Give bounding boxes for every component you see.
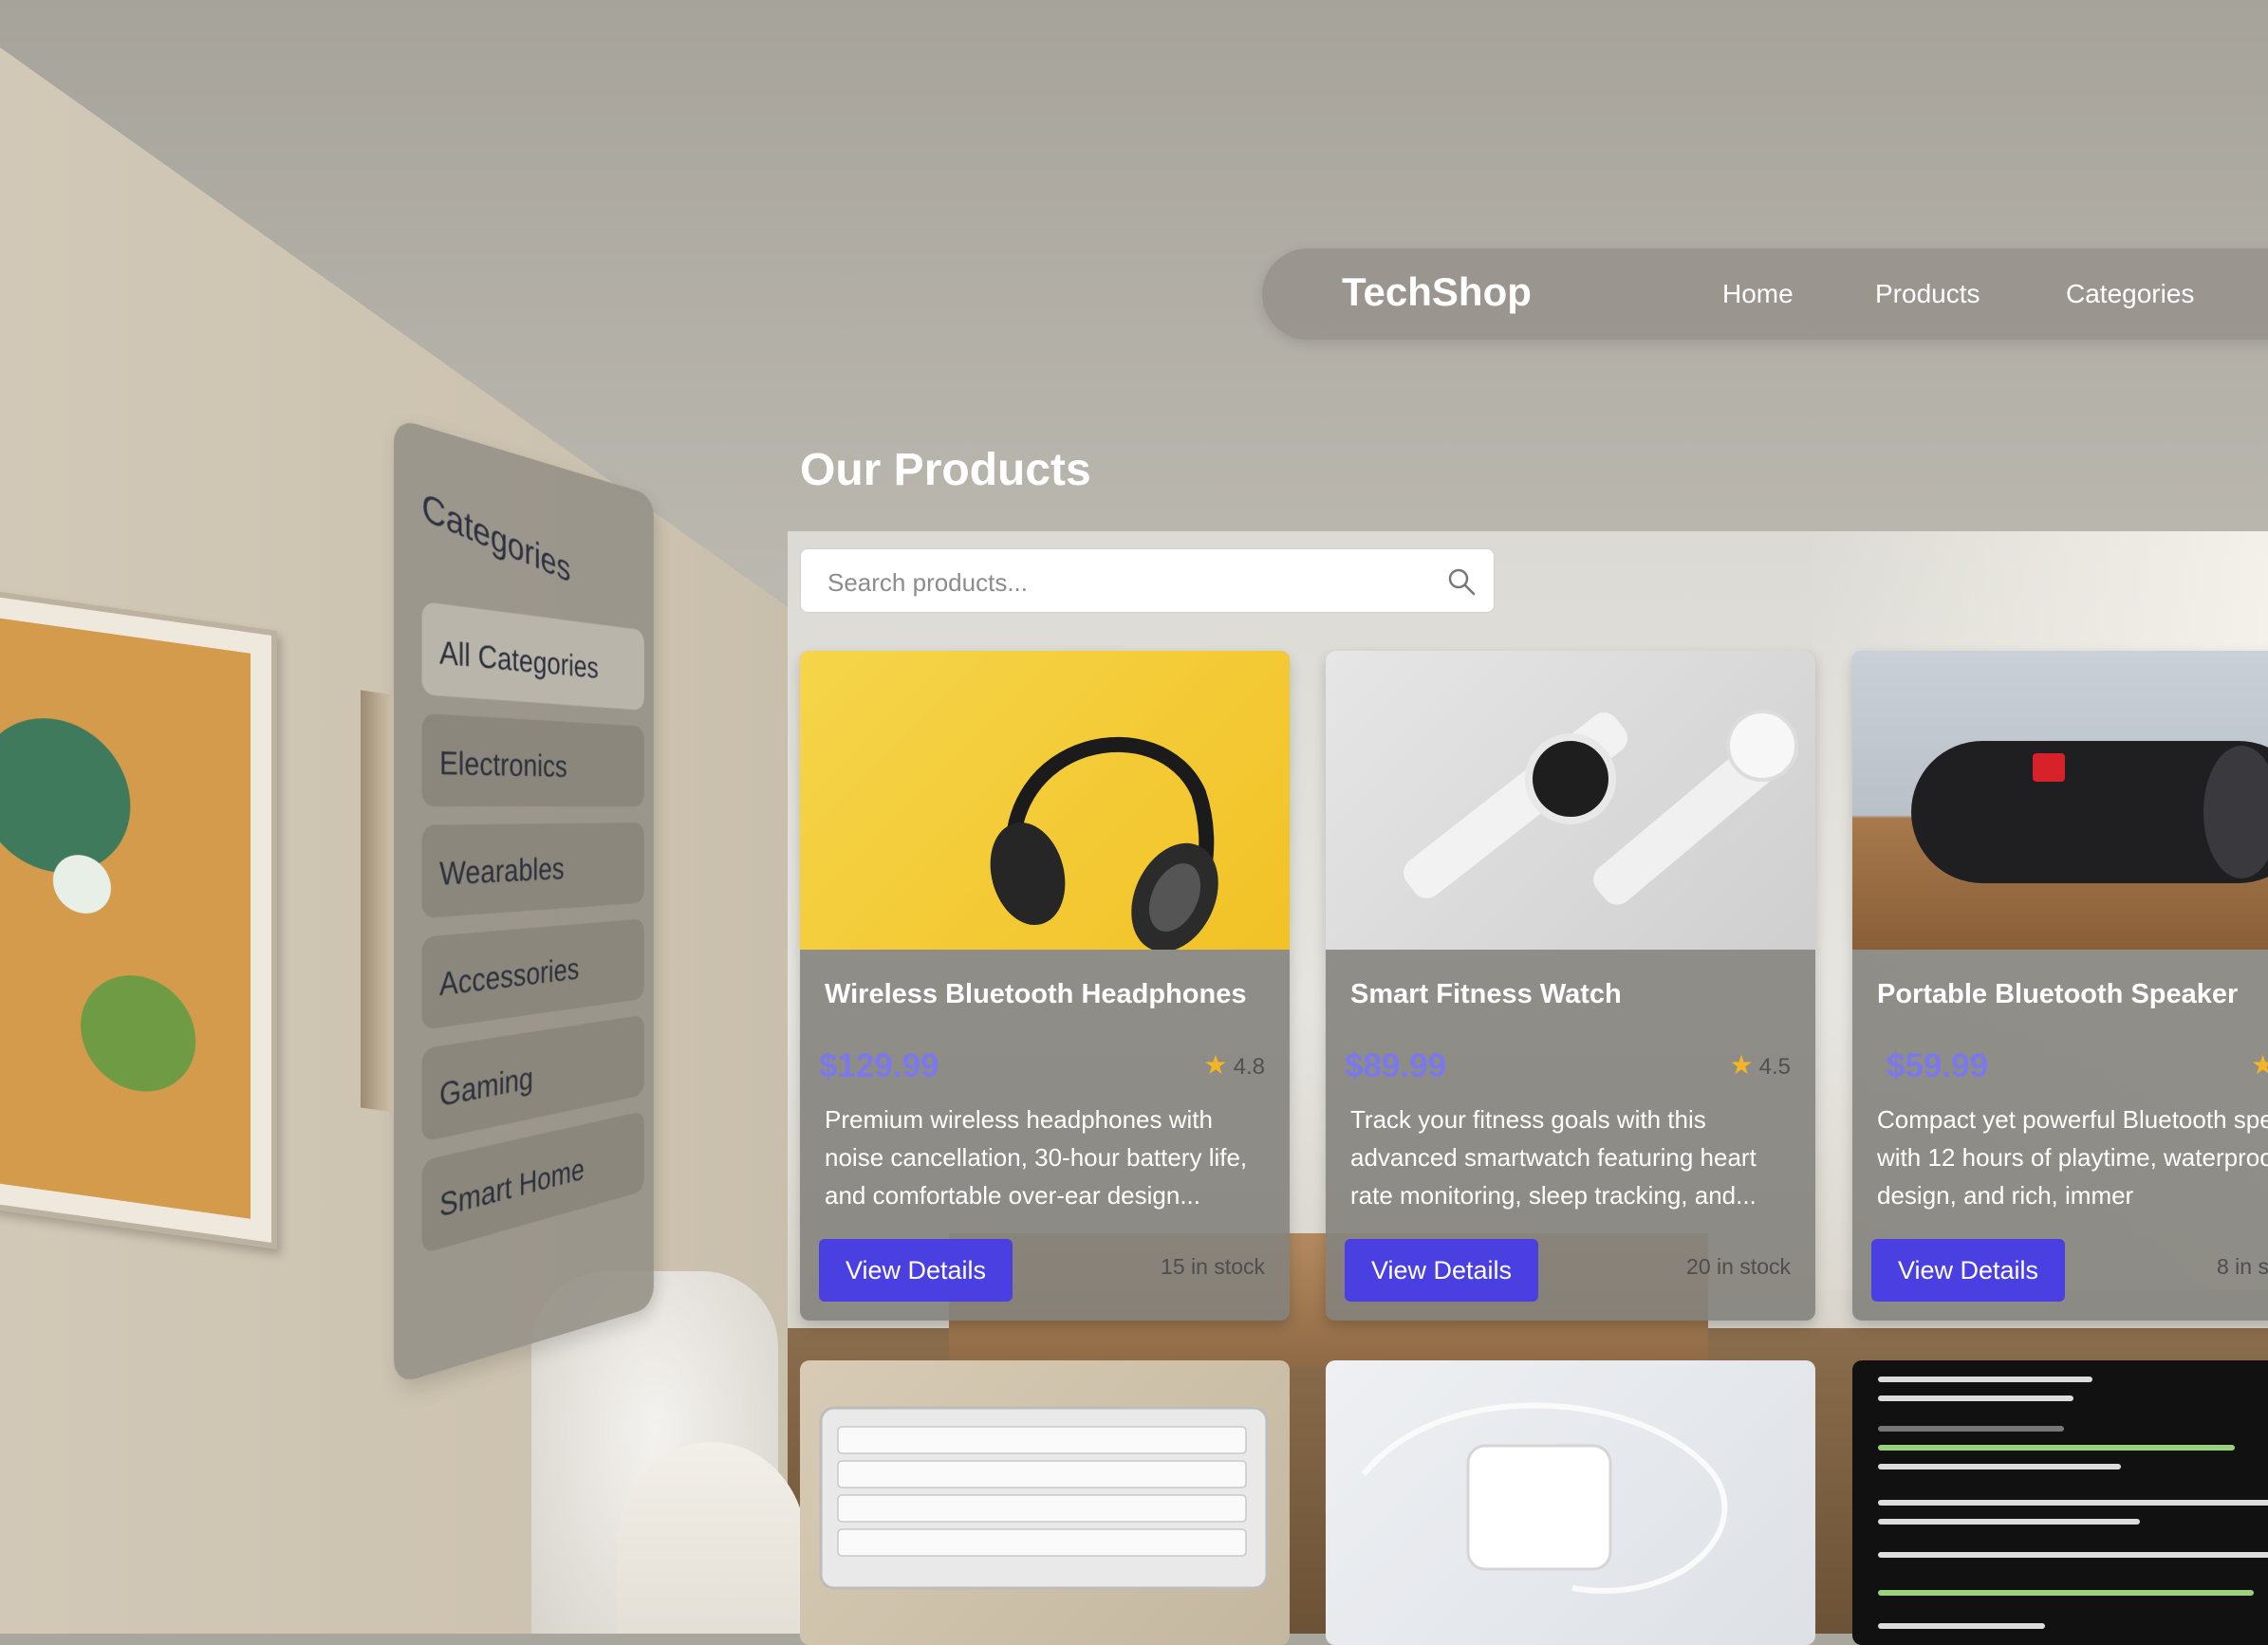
wall-art bbox=[0, 583, 277, 1249]
sidebar-title: Categories bbox=[421, 483, 571, 590]
product-price: $89.99 bbox=[1345, 1047, 1447, 1084]
page-title: Our Products bbox=[800, 445, 1091, 495]
view-details-button[interactable]: View Details bbox=[819, 1239, 1013, 1302]
product-card[interactable]: Wireless Bluetooth Headphones $129.99 ★ 4… bbox=[800, 651, 1290, 1321]
category-label: Electronics bbox=[439, 744, 567, 785]
product-rating: ★ 4.8 bbox=[1204, 1049, 1265, 1081]
product-image bbox=[1326, 651, 1815, 950]
stock-count: 15 in stock bbox=[1161, 1254, 1265, 1279]
view-details-button[interactable]: View Details bbox=[1345, 1239, 1538, 1302]
product-name: Smart Fitness Watch bbox=[1350, 979, 1622, 1009]
category-wearables[interactable]: Wearables bbox=[421, 822, 644, 919]
category-label: Gaming bbox=[439, 1059, 533, 1114]
product-card[interactable] bbox=[1326, 1360, 1815, 1645]
speaker-icon bbox=[1911, 741, 2268, 883]
wall-art-painting bbox=[0, 614, 251, 1219]
brand-logo[interactable]: TechShop bbox=[1342, 269, 1532, 315]
category-label: All Categories bbox=[439, 633, 599, 685]
category-electronics[interactable]: Electronics bbox=[421, 712, 644, 807]
product-description: Track your fitness goals with this advan… bbox=[1350, 1105, 1757, 1210]
product-description: Premium wireless headphones with noise c… bbox=[825, 1105, 1248, 1210]
view-details-button[interactable]: View Details bbox=[1871, 1239, 2065, 1302]
wall-frame-small bbox=[361, 690, 395, 1113]
search-box bbox=[800, 548, 1495, 613]
category-label: Smart Home bbox=[439, 1151, 585, 1225]
stock-count: 20 in stock bbox=[1686, 1254, 1791, 1279]
product-name: Portable Bluetooth Speaker bbox=[1877, 979, 2239, 1009]
product-image bbox=[1852, 651, 2268, 950]
search-icon[interactable] bbox=[1446, 566, 1477, 597]
product-rating: ★ 4.5 bbox=[1730, 1049, 1791, 1081]
product-price: $59.99 bbox=[1887, 1047, 1989, 1084]
product-card[interactable] bbox=[800, 1360, 1290, 1645]
category-all[interactable]: All Categories bbox=[421, 601, 644, 711]
stock-count: 8 in s bbox=[2217, 1254, 2268, 1279]
product-card[interactable] bbox=[1852, 1360, 2268, 1645]
category-label: Wearables bbox=[439, 850, 565, 893]
keyboard-icon bbox=[819, 1406, 1269, 1590]
rating-value: 4.5 bbox=[1758, 1054, 1791, 1080]
star-icon: ★ bbox=[1729, 1050, 1754, 1080]
star-icon: ★ bbox=[2251, 1050, 2268, 1080]
search-input[interactable] bbox=[826, 563, 1418, 602]
product-card[interactable]: Portable Bluetooth Speaker $59.99 ★ Comp… bbox=[1852, 651, 2268, 1321]
category-label: Accessories bbox=[439, 951, 580, 1004]
code-screen-icon bbox=[1878, 1377, 2268, 1629]
product-description: Compact yet powerful Bluetooth speaker w… bbox=[1877, 1105, 2268, 1210]
star-icon: ★ bbox=[1203, 1050, 1228, 1080]
nav-categories[interactable]: Categories bbox=[2066, 279, 2194, 309]
category-accessories[interactable]: Accessories bbox=[421, 918, 644, 1030]
headphones-icon bbox=[990, 736, 1218, 950]
rating-value: 4.8 bbox=[1233, 1054, 1265, 1080]
product-price: $129.99 bbox=[819, 1047, 939, 1084]
top-nav-bar: TechShop Home Products Categories bbox=[1262, 249, 2268, 340]
category-sidebar: Categories All Categories Electronics We… bbox=[394, 417, 654, 1385]
product-name: Wireless Bluetooth Headphones bbox=[825, 979, 1247, 1009]
nav-home[interactable]: Home bbox=[1722, 279, 1794, 309]
charger-icon bbox=[1361, 1402, 1728, 1594]
watch-icon bbox=[1403, 710, 1798, 905]
product-rating: ★ bbox=[2251, 1049, 2268, 1081]
product-image bbox=[800, 651, 1290, 950]
nav-products[interactable]: Products bbox=[1875, 279, 1980, 309]
product-card[interactable]: Smart Fitness Watch $89.99 ★ 4.5 Track yo… bbox=[1326, 651, 1815, 1321]
